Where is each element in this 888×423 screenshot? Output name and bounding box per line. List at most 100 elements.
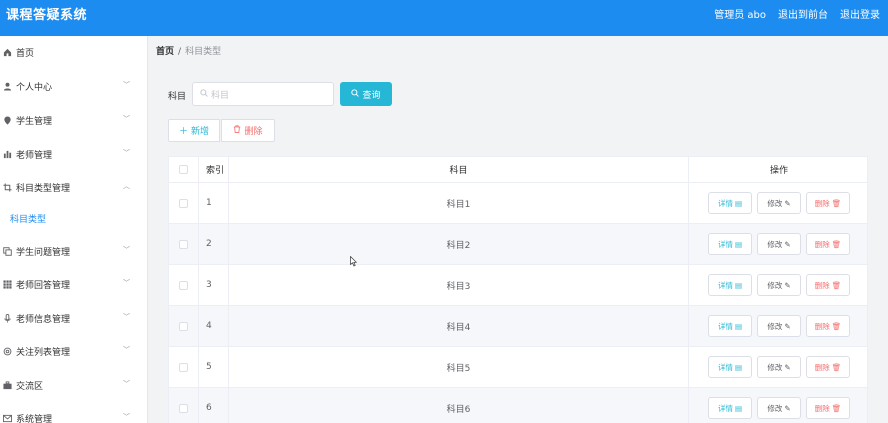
row-checkbox[interactable] <box>179 321 188 331</box>
user-label: 管理员 abo <box>714 10 766 21</box>
sidebar-item-label: 交流区 <box>16 381 44 392</box>
remove-button[interactable]: 删除 🗑 <box>806 356 850 378</box>
edit-button[interactable]: 修改 ✎ <box>757 274 801 296</box>
chevron-up-icon: ︿ <box>123 182 130 190</box>
sidebar-item-label: 首页 <box>16 48 35 59</box>
select-all-checkbox[interactable] <box>179 165 188 174</box>
detail-button-label: 详情 <box>717 362 733 372</box>
remove-button[interactable]: 删除 🗑 <box>806 192 850 214</box>
chart-icon <box>2 149 12 159</box>
subject-search-input[interactable]: 科目 <box>192 82 334 106</box>
edit-button[interactable]: 修改 ✎ <box>757 192 801 214</box>
row-checkbox[interactable] <box>179 280 188 290</box>
detail-button[interactable]: 详情 ▤ <box>708 233 752 255</box>
sidebar-item-student-questions[interactable]: 学生问题管理 ﹀ <box>0 241 147 261</box>
edit-icon: ✎ <box>784 403 791 413</box>
detail-button[interactable]: 详情 ▤ <box>708 274 752 296</box>
row-index: 4 <box>199 306 229 346</box>
sidebar-item-students[interactable]: 学生管理 ﹀ <box>0 110 147 130</box>
row-index: 5 <box>199 347 229 387</box>
column-header-subject: 科目 <box>229 157 689 182</box>
logout-link[interactable]: 退出登录 <box>840 6 880 21</box>
subject-table: 索引 科目 操作 1 科目1 详情 ▤ 修改 ✎ 删除 🗑 2 科目2 详情 ▤ 修改 ✎… <box>168 156 868 423</box>
chevron-down-icon: ﹀ <box>123 246 130 254</box>
sidebar-item-personal[interactable]: 个人中心 ﹀ <box>0 76 147 96</box>
sidebar-item-follow-list[interactable]: 关注列表管理 ﹀ <box>0 341 147 361</box>
row-actions: 详情 ▤ 修改 ✎ 删除 🗑 <box>689 224 869 264</box>
sidebar-item-system[interactable]: 系统管理 ﹀ <box>0 408 147 423</box>
remove-button-label: 删除 <box>814 198 830 208</box>
row-checkbox[interactable] <box>179 403 188 413</box>
edit-button[interactable]: 修改 ✎ <box>757 397 801 419</box>
row-checkbox-cell <box>169 306 199 346</box>
search-placeholder: 科目 <box>211 90 230 101</box>
table-row: 2 科目2 详情 ▤ 修改 ✎ 删除 🗑 <box>169 224 867 265</box>
search-icon <box>200 88 208 100</box>
sidebar-item-forum[interactable]: 交流区 ﹀ <box>0 375 147 395</box>
delete-button-label: 删除 <box>244 127 263 137</box>
table-row: 1 科目1 详情 ▤ 修改 ✎ 删除 🗑 <box>169 183 867 224</box>
chevron-down-icon: ﹀ <box>123 380 130 388</box>
search-icon <box>351 88 360 100</box>
detail-button-label: 详情 <box>717 280 733 290</box>
detail-button[interactable]: 详情 ▤ <box>708 315 752 337</box>
mouse-cursor-icon <box>350 256 357 267</box>
batch-delete-button[interactable]: 删除 <box>221 119 275 142</box>
remove-button[interactable]: 删除 🗑 <box>806 315 850 337</box>
sidebar-item-teacher-answers[interactable]: 老师回答管理 ﹀ <box>0 274 147 294</box>
sidebar-subitem-subject-type[interactable]: 科目类型 <box>10 212 46 225</box>
breadcrumb-separator: / <box>178 47 182 57</box>
detail-button[interactable]: 详情 ▤ <box>708 192 752 214</box>
row-subject: 科目4 <box>229 306 689 346</box>
edit-button[interactable]: 修改 ✎ <box>757 315 801 337</box>
table-row: 6 科目6 详情 ▤ 修改 ✎ 删除 🗑 <box>169 388 867 423</box>
mic-icon <box>2 313 12 323</box>
edit-icon: ✎ <box>784 239 791 249</box>
remove-button[interactable]: 删除 🗑 <box>806 274 850 296</box>
row-checkbox[interactable] <box>179 362 188 372</box>
table-row: 3 科目3 详情 ▤ 修改 ✎ 删除 🗑 <box>169 265 867 306</box>
main-content: 首页 / 科目类型 科目 科目 查询 ＋ 新增 删除 索引 科目 操作 1 科目1 … <box>148 36 888 423</box>
subject-filter-label: 科目 <box>168 92 187 102</box>
chevron-down-icon: ﹀ <box>123 279 130 287</box>
sidebar: 首页 个人中心 ﹀ 学生管理 ﹀ 老师管理 ﹀ 科目类型管理 ︿ 科目类型 学生… <box>0 36 148 423</box>
document-icon: ▤ <box>734 321 743 331</box>
row-index: 2 <box>199 224 229 264</box>
detail-button-label: 详情 <box>717 239 733 249</box>
back-frontend-link[interactable]: 退出到前台 <box>778 6 828 21</box>
chevron-down-icon: ﹀ <box>123 413 130 421</box>
breadcrumb-current: 科目类型 <box>185 47 222 57</box>
sidebar-item-teachers[interactable]: 老师管理 ﹀ <box>0 144 147 164</box>
sidebar-item-teacher-info[interactable]: 老师信息管理 ﹀ <box>0 308 147 328</box>
row-index: 3 <box>199 265 229 305</box>
remove-button-label: 删除 <box>814 403 830 413</box>
row-subject: 科目6 <box>229 388 689 423</box>
edit-button-label: 修改 <box>767 239 783 249</box>
edit-button-label: 修改 <box>767 198 783 208</box>
sidebar-item-subject-type-mgmt[interactable]: 科目类型管理 ︿ <box>0 177 147 197</box>
row-checkbox[interactable] <box>179 198 188 208</box>
remove-button[interactable]: 删除 🗑 <box>806 233 850 255</box>
settings-icon <box>2 346 12 356</box>
remove-button-label: 删除 <box>814 362 830 372</box>
row-subject: 科目1 <box>229 183 689 223</box>
edit-button[interactable]: 修改 ✎ <box>757 233 801 255</box>
sidebar-item-home[interactable]: 首页 <box>0 42 147 62</box>
sidebar-item-label: 关注列表管理 <box>16 347 71 358</box>
column-header-ops: 操作 <box>769 166 788 176</box>
remove-button[interactable]: 删除 🗑 <box>806 397 850 419</box>
row-checkbox[interactable] <box>179 239 188 249</box>
trash-icon: 🗑 <box>831 362 842 372</box>
detail-button-label: 详情 <box>717 321 733 331</box>
add-button[interactable]: ＋ 新增 <box>168 119 220 142</box>
edit-button-label: 修改 <box>767 321 783 331</box>
remove-button-label: 删除 <box>814 239 830 249</box>
query-button[interactable]: 查询 <box>340 82 392 106</box>
row-actions: 详情 ▤ 修改 ✎ 删除 🗑 <box>689 265 869 305</box>
chevron-down-icon: ﹀ <box>123 149 130 157</box>
detail-button[interactable]: 详情 ▤ <box>708 356 752 378</box>
edit-button[interactable]: 修改 ✎ <box>757 356 801 378</box>
table-row: 4 科目4 详情 ▤ 修改 ✎ 删除 🗑 <box>169 306 867 347</box>
detail-button[interactable]: 详情 ▤ <box>708 397 752 419</box>
breadcrumb-home[interactable]: 首页 <box>156 47 174 57</box>
